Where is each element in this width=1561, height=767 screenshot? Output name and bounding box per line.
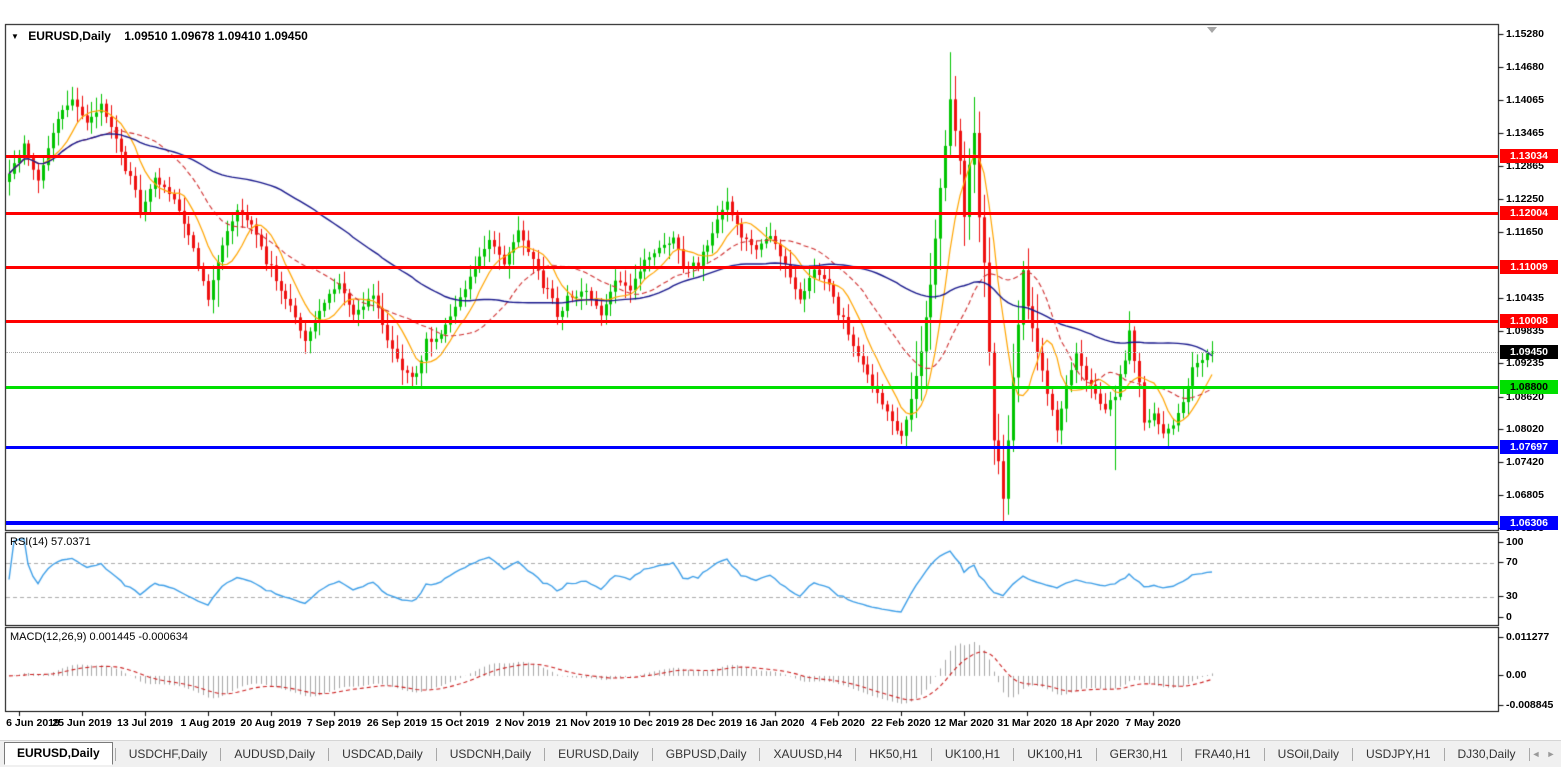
price-level-line-1.10008[interactable]: [6, 320, 1498, 323]
chart-tab-eurusd-daily[interactable]: EURUSD,Daily: [4, 742, 113, 765]
chart-tab-usdcnh-daily[interactable]: USDCNH,Daily: [439, 744, 542, 764]
rsi-axis-label: 0: [1506, 611, 1560, 623]
symbol-dropdown-icon[interactable]: ▼: [11, 32, 19, 41]
chart-tab-usdchf-daily[interactable]: USDCHF,Daily: [118, 744, 219, 764]
price-level-badge-1.07697: 1.07697: [1500, 440, 1558, 454]
chart-tabs-bar: EURUSD,DailyUSDCHF,DailyAUDUSD,DailyUSDC…: [0, 740, 1561, 767]
current-price-badge: 1.09450: [1500, 345, 1558, 359]
tab-separator: [436, 748, 437, 761]
macd-axis-label: 0.00: [1506, 669, 1560, 681]
price-level-badge-1.10008: 1.10008: [1500, 314, 1558, 328]
main-chart-pane[interactable]: [6, 25, 1498, 530]
chart-tab-usoil-daily[interactable]: USOil,Daily: [1267, 744, 1350, 764]
price-axis-label: 1.14680: [1506, 61, 1560, 73]
macd-axis-label: -0.008845: [1506, 699, 1560, 711]
chart-tab-uk100-h1[interactable]: UK100,H1: [1016, 744, 1093, 764]
price-level-line-1.07697[interactable]: [6, 446, 1498, 449]
date-axis-label: 4 Feb 2020: [811, 717, 865, 729]
price-level-badge-1.06306: 1.06306: [1500, 516, 1558, 530]
chart-tab-eurusd-daily[interactable]: EURUSD,Daily: [547, 744, 650, 764]
price-level-badge-1.13034: 1.13034: [1500, 149, 1558, 163]
date-axis-label: 12 Mar 2020: [934, 717, 994, 729]
current-price-line: [6, 352, 1498, 353]
price-axis-label: 1.12250: [1506, 193, 1560, 205]
price-axis-label: 1.07420: [1506, 456, 1560, 468]
date-axis-label: 25 Jun 2019: [52, 717, 112, 729]
price-axis-label: 1.15280: [1506, 28, 1560, 40]
price-axis-label: 1.11650: [1506, 226, 1560, 238]
tab-separator: [220, 748, 221, 761]
tab-separator: [1529, 748, 1530, 761]
tab-separator: [652, 748, 653, 761]
chart-tab-audusd-daily[interactable]: AUDUSD,Daily: [223, 744, 326, 764]
date-axis-label: 13 Jul 2019: [117, 717, 173, 729]
price-level-badge-1.12004: 1.12004: [1500, 206, 1558, 220]
chart-tab-usdcad-daily[interactable]: USDCAD,Daily: [331, 744, 434, 764]
chart-title: ▼ EURUSD,Daily 1.09510 1.09678 1.09410 1…: [11, 29, 308, 43]
price-level-line-1.11009[interactable]: [6, 266, 1498, 269]
chart-symbol: EURUSD,Daily: [28, 29, 111, 43]
price-axis-label: 1.06805: [1506, 489, 1560, 501]
tab-separator: [759, 748, 760, 761]
date-axis-label: 21 Nov 2019: [556, 717, 617, 729]
rsi-pane[interactable]: [6, 533, 1498, 626]
macd-axis-label: 0.011277: [1506, 631, 1560, 643]
chart-tab-gbpusd-daily[interactable]: GBPUSD,Daily: [655, 744, 758, 764]
chart-shift-marker-icon[interactable]: [1207, 27, 1217, 33]
date-axis-label: 10 Dec 2019: [619, 717, 679, 729]
chart-tab-hk50-h1[interactable]: HK50,H1: [858, 744, 929, 764]
tab-separator: [1013, 748, 1014, 761]
date-axis-label: 26 Sep 2019: [367, 717, 427, 729]
rsi-axis-label: 100: [1506, 536, 1560, 548]
price-axis-label: 1.10435: [1506, 292, 1560, 304]
date-axis-label: 7 Sep 2019: [307, 717, 361, 729]
tab-separator: [1096, 748, 1097, 761]
tab-separator: [328, 748, 329, 761]
date-axis-label: 20 Aug 2019: [241, 717, 302, 729]
rsi-axis-label: 30: [1506, 590, 1560, 602]
tab-separator: [544, 748, 545, 761]
tab-separator: [1444, 748, 1445, 761]
price-axis-label: 1.14065: [1506, 94, 1560, 106]
tab-scroll-left-icon[interactable]: ◄: [1532, 749, 1541, 759]
macd-pane[interactable]: [6, 628, 1498, 711]
date-axis-label: 28 Dec 2019: [682, 717, 742, 729]
price-axis-label: 1.13465: [1506, 127, 1560, 139]
chart-tab-dj30-daily[interactable]: DJ30,Daily: [1447, 744, 1527, 764]
price-level-line-1.12004[interactable]: [6, 212, 1498, 215]
date-axis-label: 7 May 2020: [1125, 717, 1180, 729]
price-axis-label: 1.08020: [1506, 423, 1560, 435]
date-axis-label: 16 Jan 2020: [746, 717, 805, 729]
chart-tab-xauusd-h4[interactable]: XAUUSD,H4: [762, 744, 853, 764]
tab-separator: [1352, 748, 1353, 761]
macd-indicator-label: MACD(12,26,9) 0.001445 -0.000634: [10, 631, 188, 643]
date-axis-label: 22 Feb 2020: [871, 717, 931, 729]
price-level-line-1.13034[interactable]: [6, 155, 1498, 158]
date-axis-label: 18 Apr 2020: [1061, 717, 1120, 729]
chart-tab-usdjpy-h1[interactable]: USDJPY,H1: [1355, 744, 1441, 764]
tab-scroll-arrows: ◄►: [1532, 749, 1556, 759]
date-axis-label: 1 Aug 2019: [180, 717, 235, 729]
tab-separator: [1181, 748, 1182, 761]
date-axis-label: 15 Oct 2019: [431, 717, 489, 729]
price-level-line-1.06306[interactable]: [6, 521, 1498, 525]
rsi-axis-label: 70: [1506, 556, 1560, 568]
tab-separator: [855, 748, 856, 761]
chart-ohlc-values: 1.09510 1.09678 1.09410 1.09450: [124, 29, 308, 43]
chart-tab-uk100-h1[interactable]: UK100,H1: [934, 744, 1011, 764]
price-level-line-1.08800[interactable]: [6, 386, 1498, 389]
trading-terminal: 15M15M30H1H4D1W1MN ▼ EURUSD,Daily 1.0951…: [0, 0, 1561, 767]
price-axis-label: 1.09235: [1506, 357, 1560, 369]
date-axis-label: 2 Nov 2019: [496, 717, 551, 729]
chart-tab-ger30-h1[interactable]: GER30,H1: [1099, 744, 1179, 764]
price-level-badge-1.08800: 1.08800: [1500, 380, 1558, 394]
tab-separator: [115, 748, 116, 761]
tab-separator: [931, 748, 932, 761]
rsi-indicator-label: RSI(14) 57.0371: [10, 536, 91, 548]
date-axis-label: 31 Mar 2020: [997, 717, 1057, 729]
tab-scroll-right-icon[interactable]: ►: [1546, 749, 1555, 759]
chart-tab-fra40-h1[interactable]: FRA40,H1: [1184, 744, 1262, 764]
price-level-badge-1.11009: 1.11009: [1500, 260, 1558, 274]
tab-separator: [1264, 748, 1265, 761]
